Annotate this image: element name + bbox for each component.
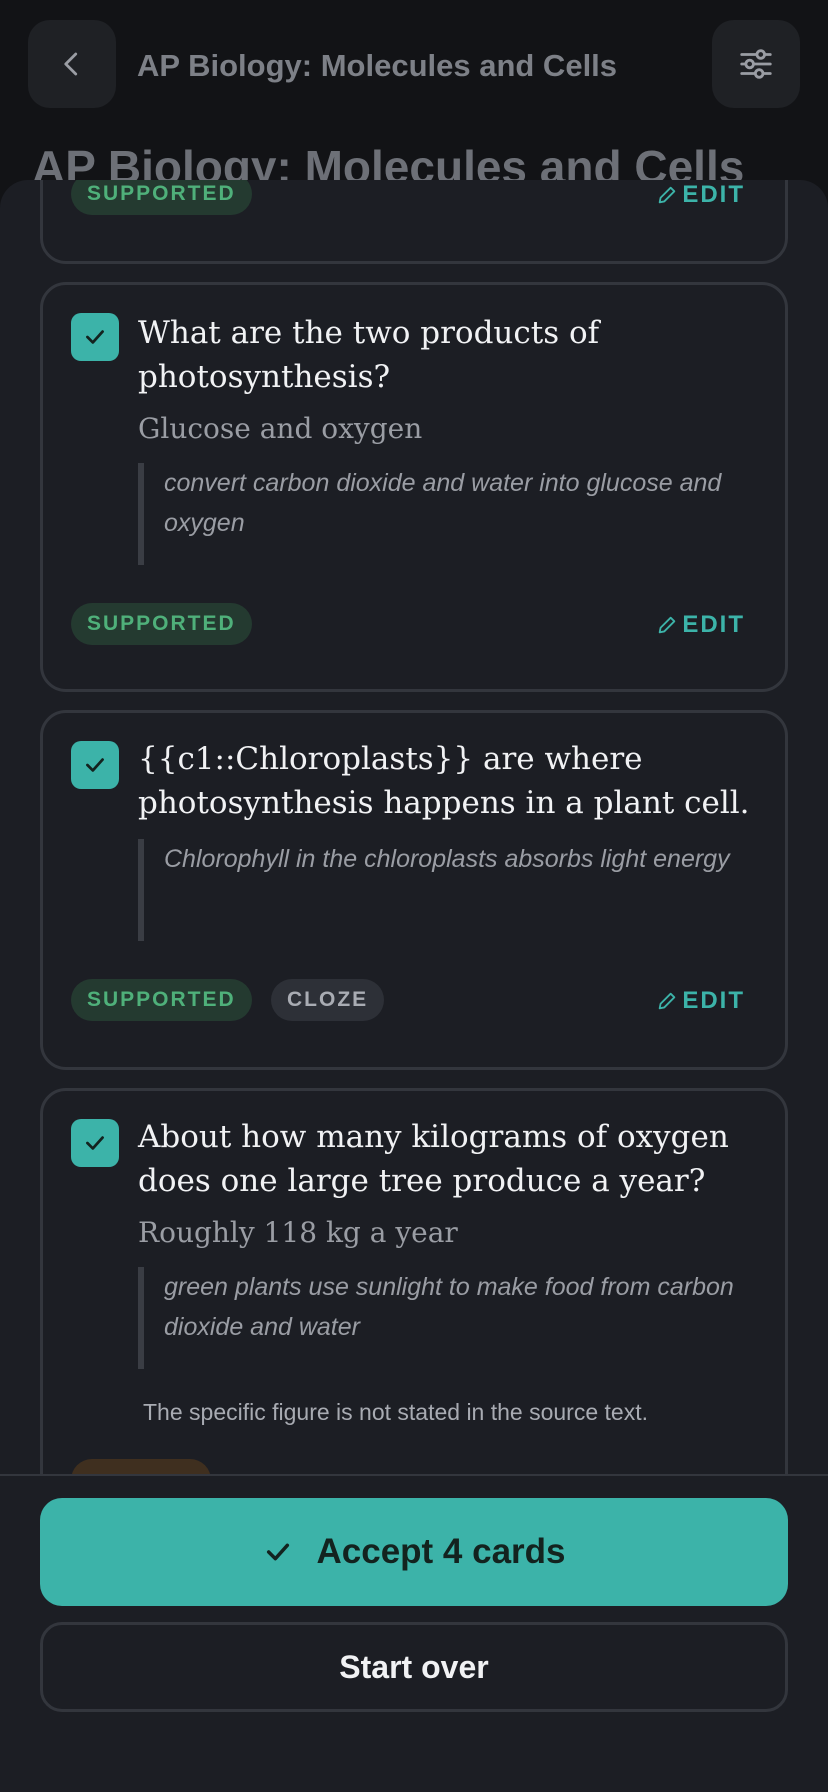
cloze-badge: CLOZE [271,979,385,1021]
card-question: About how many kilograms of oxygen does … [138,1119,729,1199]
header-title: AP Biology: Molecules and Cells [137,48,618,83]
card-question: {{c1::Chloroplasts}} are where photosynt… [138,741,750,821]
back-button[interactable] [28,20,116,108]
card-quote: Chlorophyll in the chloroplasts absorbs … [138,839,745,941]
check-icon [267,1543,290,1561]
card-question: What are the two products of photosynthe… [138,315,600,395]
accept-label: Accept 4 cards [316,1532,566,1571]
edit-button[interactable]: EDIT [656,181,745,209]
card-checkbox[interactable] [71,313,119,361]
edit-label: EDIT [682,987,745,1014]
card-answer: Roughly 118 kg a year [138,1216,458,1249]
pencil-icon [659,992,676,1010]
pencil-icon [659,186,676,204]
card-quote: green plants use sunlight to make food f… [138,1267,745,1369]
edit-button[interactable]: EDIT [656,987,745,1015]
card-quote: convert carbon dioxide and water into gl… [138,463,745,565]
check-icon [86,1136,104,1150]
top-bar: AP Biology: Molecules and Cells AP Biolo… [0,0,828,193]
card-item: {{c1::Chloroplasts}} are where photosynt… [40,710,788,1070]
status-badge: SUPPORTED [71,979,252,1021]
edit-label: EDIT [682,181,745,208]
status-badge: SUPPORTED [71,603,252,645]
card-note: The specific figure is not stated in the… [143,1399,648,1425]
card-item: About how many kilograms of oxygen does … [40,1088,788,1508]
card-checkbox[interactable] [71,1119,119,1167]
edit-label: EDIT [682,611,745,638]
action-bar: Accept 4 cards Start over [0,1474,828,1792]
start-over-button[interactable]: Start over [40,1622,788,1712]
chevron-left-icon [64,52,78,76]
pencil-icon [659,616,676,634]
sliders-icon [740,49,772,79]
check-icon [86,758,104,772]
accept-button[interactable]: Accept 4 cards [40,1498,788,1606]
card-item: What are the two products of photosynthe… [40,282,788,692]
card-partial: SUPPORTED EDIT [40,180,788,264]
card-checkbox[interactable] [71,741,119,789]
check-icon [86,330,104,344]
edit-button[interactable]: EDIT [656,611,745,639]
status-badge: SUPPORTED [71,180,252,215]
card-answer: Glucose and oxygen [138,412,423,445]
settings-button[interactable] [712,20,800,108]
